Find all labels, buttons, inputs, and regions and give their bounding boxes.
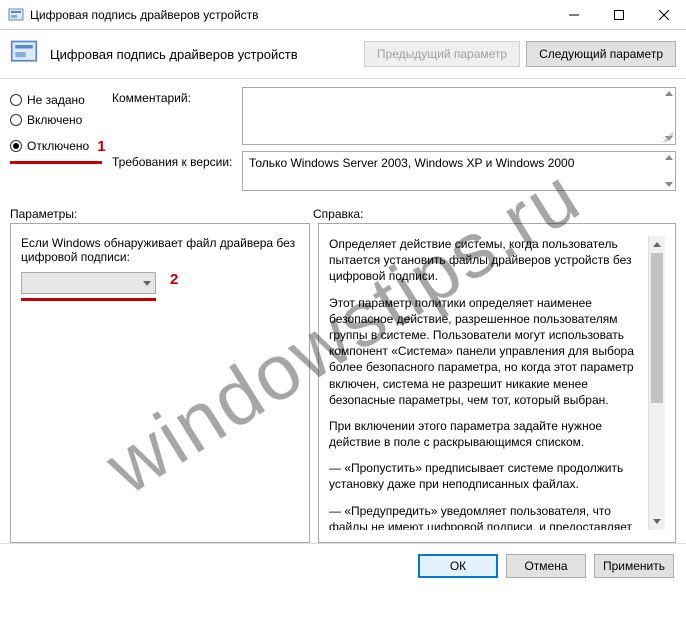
comment-label: Комментарий: — [112, 87, 242, 105]
header: Цифровая подпись драйверов устройств Пре… — [0, 30, 686, 79]
policy-icon — [10, 38, 42, 70]
scroll-up-icon[interactable] — [665, 155, 673, 160]
radio-not-configured[interactable]: Не задано — [10, 93, 102, 107]
fields: Комментарий: Требования к версии: Только… — [112, 87, 676, 197]
radio-label: Включено — [27, 113, 82, 127]
help-label: Справка: — [313, 207, 676, 221]
comment-textarea[interactable] — [242, 87, 676, 145]
radio-enabled[interactable]: Включено — [10, 113, 102, 127]
triangle-down-icon — [653, 519, 661, 524]
annotation-1: 1 — [97, 138, 105, 155]
header-title: Цифровая подпись драйверов устройств — [50, 47, 358, 62]
parameters-pane: Если Windows обнаруживает файл драйвера … — [10, 223, 310, 543]
state-radios: Не задано Включено Отключено 1 — [10, 87, 102, 197]
dialog-buttons: ОК Отмена Применить — [0, 543, 686, 588]
upper-section: Не задано Включено Отключено 1 Комментар… — [0, 79, 686, 201]
radio-dot-icon — [10, 94, 22, 106]
radio-label: Отключено — [27, 139, 89, 153]
scroll-up-icon[interactable] — [665, 91, 673, 96]
cancel-button[interactable]: Отмена — [506, 554, 586, 578]
ok-button[interactable]: ОК — [418, 554, 498, 578]
requirements-box: Только Windows Server 2003, Windows XP и… — [242, 151, 676, 191]
radio-disabled[interactable]: Отключено — [10, 139, 89, 153]
scroll-down-button[interactable] — [649, 513, 665, 530]
help-scrollbar[interactable] — [648, 236, 665, 530]
scroll-track[interactable] — [649, 253, 665, 513]
help-text: Определяет действие системы, когда польз… — [329, 236, 648, 530]
help-paragraph: Этот параметр политики определяет наимен… — [329, 295, 648, 408]
scroll-thumb[interactable] — [651, 253, 663, 403]
help-paragraph: При включении этого параметра задайте ну… — [329, 418, 648, 450]
apply-button[interactable]: Применить — [594, 554, 674, 578]
annotation-2: 2 — [170, 271, 178, 288]
radio-dot-icon — [10, 140, 22, 152]
triangle-up-icon — [653, 242, 661, 247]
previous-setting-button[interactable]: Предыдущий параметр — [364, 41, 520, 67]
parameters-prompt: Если Windows обнаруживает файл драйвера … — [21, 236, 299, 264]
close-button[interactable] — [641, 0, 686, 30]
maximize-button[interactable] — [596, 0, 641, 30]
annotation-underline — [10, 161, 102, 164]
chevron-down-icon — [143, 281, 151, 286]
scroll-down-icon[interactable] — [665, 136, 673, 141]
app-icon — [8, 7, 24, 23]
lower-section: Если Windows обнаруживает файл драйвера … — [0, 223, 686, 543]
annotation-underline — [21, 298, 156, 301]
window-title: Цифровая подпись драйверов устройств — [30, 8, 551, 22]
titlebar: Цифровая подпись драйверов устройств — [0, 0, 686, 30]
radio-dot-icon — [10, 114, 22, 126]
next-setting-button[interactable]: Следующий параметр — [526, 41, 676, 67]
minimize-button[interactable] — [551, 0, 596, 30]
help-paragraph: — «Предупредить» уведомляет пользователя… — [329, 503, 648, 530]
radio-label: Не задано — [27, 93, 85, 107]
help-paragraph: Определяет действие системы, когда польз… — [329, 236, 648, 285]
section-labels: Параметры: Справка: — [0, 201, 686, 223]
help-paragraph: — «Пропустить» предписывает системе прод… — [329, 460, 648, 492]
help-pane: Определяет действие системы, когда польз… — [318, 223, 676, 543]
scroll-up-button[interactable] — [649, 236, 665, 253]
action-dropdown[interactable] — [21, 272, 156, 294]
requirements-value: Только Windows Server 2003, Windows XP и… — [249, 156, 574, 170]
scroll-down-icon[interactable] — [665, 182, 673, 187]
parameters-label: Параметры: — [10, 207, 313, 221]
requirements-label: Требования к версии: — [112, 151, 242, 169]
